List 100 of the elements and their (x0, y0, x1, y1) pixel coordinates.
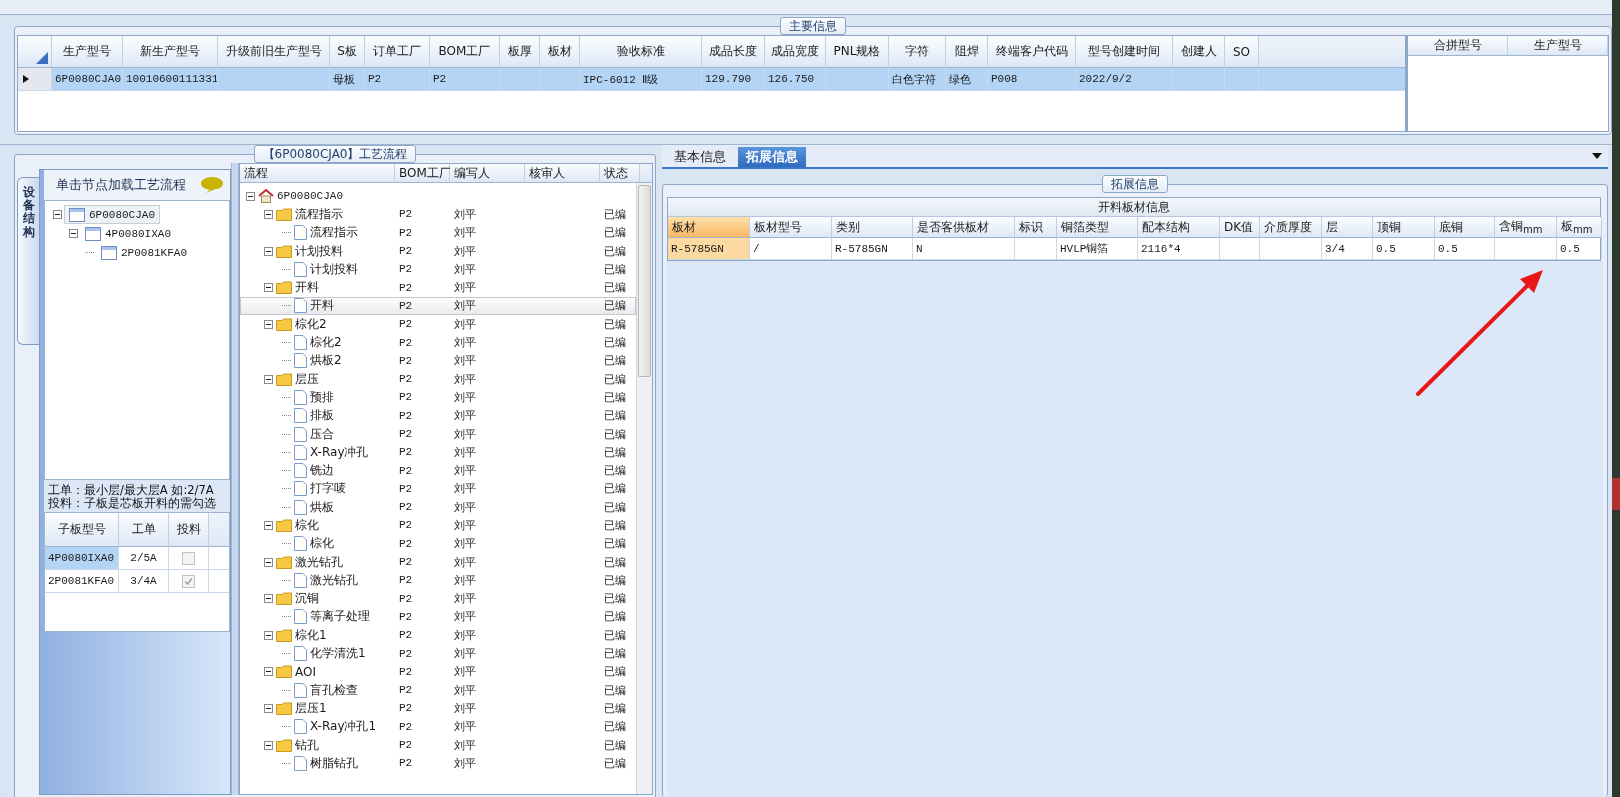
collapse-icon[interactable] (264, 703, 273, 713)
column-header[interactable]: 工单 (119, 513, 169, 547)
flow-row[interactable]: 棕化1 P2 刘平 已编 (240, 626, 636, 645)
flow-row[interactable]: 流程指示 P2 刘平 已编 (240, 223, 636, 242)
flow-row[interactable]: 计划投料 P2 刘平 已编 (240, 241, 636, 261)
collapse-icon[interactable] (264, 667, 273, 677)
dropdown-caret-icon[interactable] (1592, 153, 1602, 159)
column-header[interactable]: S板 (330, 36, 365, 68)
column-header[interactable]: 顶铜 (1373, 217, 1435, 238)
tree-node[interactable]: 2P0081KFA0 (96, 243, 192, 262)
flow-row[interactable]: 棕化2 P2 刘平 已编 (240, 315, 636, 334)
column-header[interactable]: 生产型号 (1508, 36, 1608, 56)
column-header[interactable]: 板厚 (500, 36, 540, 68)
flow-row[interactable]: 压合 P2 刘平 已编 (240, 424, 636, 444)
flow-row[interactable]: X-Ray冲孔1 P2 刘平 已编 (240, 717, 636, 736)
collapse-icon[interactable] (264, 521, 273, 530)
collapse-icon[interactable] (264, 630, 273, 640)
column-header[interactable]: 类别 (832, 217, 913, 238)
flow-row[interactable]: 棕化2 P2 刘平 已编 (240, 333, 636, 352)
flow-row[interactable]: 预排 P2 刘平 已编 (240, 388, 636, 407)
flow-row[interactable]: 激光钻孔 P2 刘平 已编 (240, 571, 636, 590)
flow-row[interactable]: 等离子处理 P2 刘平 已编 (240, 607, 636, 627)
scrollbar[interactable] (636, 183, 652, 794)
collapse-icon[interactable] (264, 246, 273, 256)
collapse-icon[interactable] (264, 319, 273, 329)
collapse-icon[interactable] (53, 210, 62, 219)
column-header[interactable]: 验收标准 (580, 36, 702, 68)
collapse-icon[interactable] (264, 740, 273, 750)
flow-row[interactable]: 烘板 P2 刘平 已编 (240, 498, 636, 517)
column-header[interactable]: 升级前旧生产型号 (218, 36, 330, 68)
table-row[interactable]: 2P0081KFA0 3/4A (45, 570, 229, 593)
collapse-icon[interactable] (264, 283, 273, 293)
flow-row[interactable]: X-Ray冲孔 P2 刘平 已编 (240, 443, 636, 462)
checkbox[interactable] (182, 551, 195, 565)
column-header[interactable]: 成品长度 (702, 36, 765, 68)
flow-row[interactable]: 层压 P2 刘平 已编 (240, 369, 636, 389)
flow-row[interactable]: 沉铜 P2 刘平 已编 (240, 589, 636, 608)
flow-row[interactable]: 开料 P2 刘平 已编 (240, 278, 636, 297)
collapse-icon[interactable] (264, 209, 273, 219)
column-header[interactable]: 新生产型号 (123, 36, 218, 68)
column-header[interactable]: 创建人 (1173, 36, 1225, 68)
flow-row[interactable]: 计划投料 P2 刘平 已编 (240, 260, 636, 279)
column-header[interactable]: 核审人 (525, 164, 600, 183)
tab[interactable]: 基本信息 (666, 147, 734, 167)
flow-row[interactable]: 铣边 P2 刘平 已编 (240, 461, 636, 480)
column-header[interactable]: SO (1225, 36, 1259, 68)
column-header[interactable]: 型号创建时间 (1076, 36, 1173, 68)
column-header[interactable]: 生产型号 (52, 36, 123, 68)
flow-row[interactable]: 棕化 P2 刘平 已编 (240, 516, 636, 535)
collapse-icon[interactable] (69, 229, 78, 238)
column-header[interactable]: 介质厚度 (1260, 217, 1322, 238)
column-header[interactable]: DK值 (1220, 217, 1260, 238)
flow-row[interactable]: 化学清洗1 P2 刘平 已编 (240, 644, 636, 663)
column-header[interactable]: 投料 (169, 513, 209, 547)
flow-row[interactable]: 开料 P2 刘平 已编 (240, 296, 636, 316)
column-header[interactable]: 层 (1322, 217, 1373, 238)
splitter-grip[interactable] (231, 163, 239, 795)
column-header[interactable]: BOM工厂 (395, 164, 450, 183)
column-header[interactable]: 是否客供板材 (913, 217, 1015, 238)
column-header[interactable]: 板$_{mm}$ (1557, 217, 1602, 238)
column-header[interactable]: 终端客户代码 (988, 36, 1076, 68)
column-header[interactable]: 底铜 (1435, 217, 1495, 238)
column-header[interactable]: 成品宽度 (765, 36, 826, 68)
column-header[interactable]: 状态 (600, 164, 640, 183)
column-header[interactable]: 标识 (1015, 217, 1057, 238)
column-header[interactable]: 含铜$_{mm}$ (1495, 217, 1557, 238)
flow-row[interactable]: 树脂钻孔 P2 刘平 已编 (240, 754, 636, 773)
flow-row[interactable]: 烘板2 P2 刘平 已编 (240, 351, 636, 370)
checkbox[interactable] (182, 574, 195, 588)
column-header[interactable]: 配本结构 (1138, 217, 1220, 238)
column-header[interactable]: 板材 (668, 217, 750, 238)
collapse-icon[interactable] (264, 374, 273, 384)
column-header[interactable]: 板材型号 (750, 217, 832, 238)
column-header[interactable]: 合拼型号 (1408, 36, 1508, 56)
column-header[interactable]: 子板型号 (45, 513, 119, 547)
flow-row[interactable]: 激光钻孔 P2 刘平 已编 (240, 552, 636, 572)
table-row[interactable]: 4P0080IXA0 2/5A (45, 547, 229, 570)
tab[interactable]: 拓展信息 (738, 147, 806, 167)
table-row[interactable]: 6P0080CJA0 10010600111331 母板 P2 P2 IPC-6012 Ⅱ级 129.790 126.750 白色字符 绿色 P008 2022/9/2 (18, 68, 1405, 91)
flow-row[interactable]: 6P0080CJA0 (240, 187, 636, 206)
flow-row[interactable]: 打字唛 P2 刘平 已编 (240, 479, 636, 499)
column-header[interactable]: 板材 (540, 36, 580, 68)
column-header[interactable]: 字符 (889, 36, 946, 68)
flow-row[interactable]: 棕化 P2 刘平 已编 (240, 534, 636, 553)
column-header[interactable]: 订单工厂 (365, 36, 430, 68)
flow-row[interactable]: 流程指示 P2 刘平 已编 (240, 205, 636, 224)
flow-row[interactable]: 盲孔检查 P2 刘平 已编 (240, 681, 636, 700)
flow-row[interactable]: 层压1 P2 刘平 已编 (240, 699, 636, 718)
column-header[interactable]: 编写人 (450, 164, 525, 183)
column-header[interactable]: 铜箔类型 (1057, 217, 1138, 238)
column-header[interactable]: PNL规格 (826, 36, 889, 68)
column-header[interactable]: 阻焊 (946, 36, 988, 68)
collapse-icon[interactable] (264, 594, 273, 604)
column-header[interactable]: BOM工厂 (430, 36, 500, 68)
tree-node[interactable]: 4P0080IXA0 (80, 224, 176, 243)
flow-row[interactable]: 排板 P2 刘平 已编 (240, 406, 636, 425)
flow-row[interactable]: AOI P2 刘平 已编 (240, 662, 636, 681)
collapse-icon[interactable] (246, 191, 255, 201)
tree-node[interactable]: 6P0080CJA0 (64, 205, 160, 224)
collapse-icon[interactable] (264, 557, 273, 567)
